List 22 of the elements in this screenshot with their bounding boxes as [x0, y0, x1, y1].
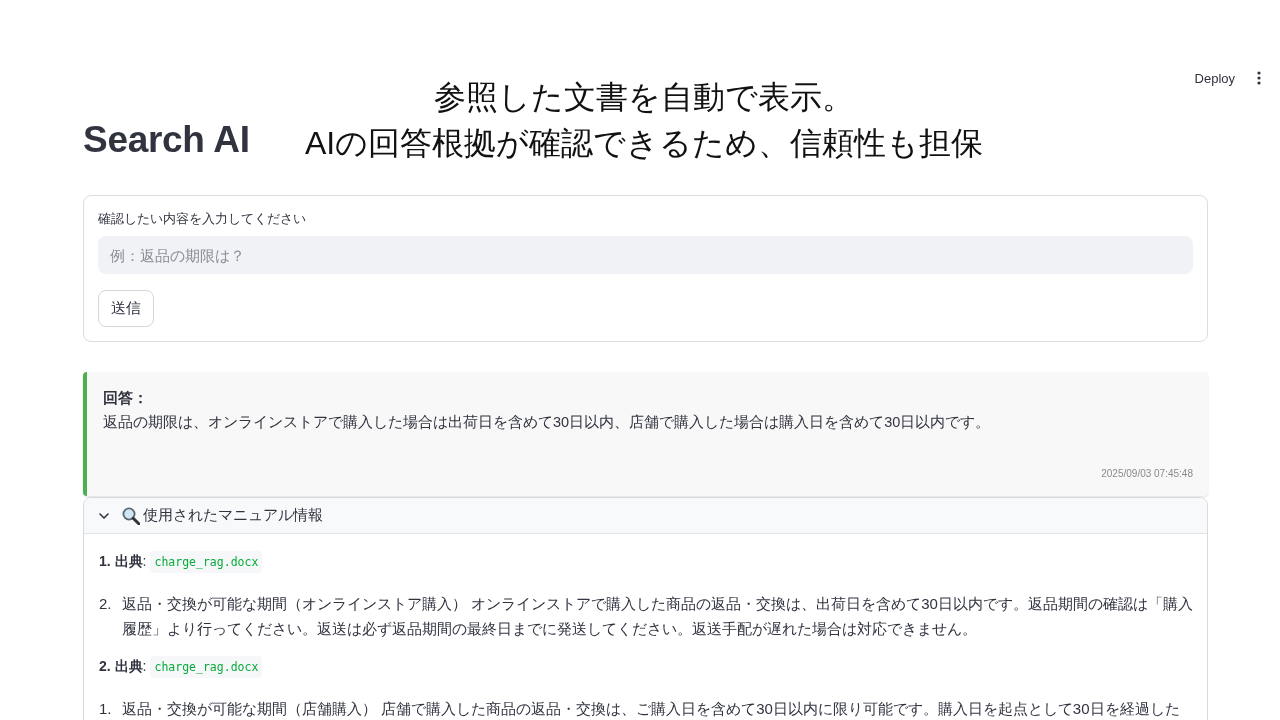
- caption-text: 参照した文書を自動で表示。: [434, 79, 854, 115]
- caption-text: AIの回答根拠が確認できるため、信頼性も担保: [304, 125, 984, 161]
- list-text: 返品・交換が可能な期間（オンラインストア購入） オンラインストアで購入した商品の返品・交換は、出荷日を含めて30日以内です。返品期間の確認は「購入履歴」より行ってください。返送は必ず返品期間の最終日までに発送してください。返送手配が遅れた場合は対応できません。: [122, 594, 1193, 639]
- list-number: 1.: [99, 699, 113, 719]
- answer-heading: 回答：: [103, 389, 148, 406]
- submit-button[interactable]: 送信: [98, 290, 154, 327]
- list-text: 返品・交換が可能な期間（店舗購入） 店舗で購入した商品の返品・交換は、ご購入日を含めて30日以内に限り可能です。購入日を起点として30日を経過した: [122, 699, 1181, 719]
- source-label: 2. 出典:: [99, 658, 147, 676]
- app-title: Search AI: [83, 119, 250, 160]
- list-number: 2.: [99, 594, 113, 614]
- answer-text: 返品の期限は、オンラインストアで購入した場合は出荷日を含めて30日以内、店舗で購入した場合は購入日を含めて30日以内です。: [103, 413, 992, 432]
- deploy-button[interactable]: Deploy: [1194, 66, 1235, 90]
- answer-timestamp: 2025/09/03 07:45:48: [1101, 467, 1193, 481]
- kebab-menu-icon[interactable]: [1257, 71, 1261, 85]
- chevron-icon: [99, 512, 109, 519]
- file-name: charge_rag.docx: [150, 551, 263, 573]
- expander-header[interactable]: 使用されたマニュアル情報: [84, 498, 1207, 534]
- file-name: charge_rag.docx: [150, 656, 263, 678]
- magnifying-glass-icon: [122, 506, 140, 525]
- query-input[interactable]: 例：返品の期限は？: [98, 236, 1193, 274]
- source-label: 1. 出典:: [99, 553, 147, 571]
- field-label: 確認したい内容を入力してください: [98, 211, 306, 226]
